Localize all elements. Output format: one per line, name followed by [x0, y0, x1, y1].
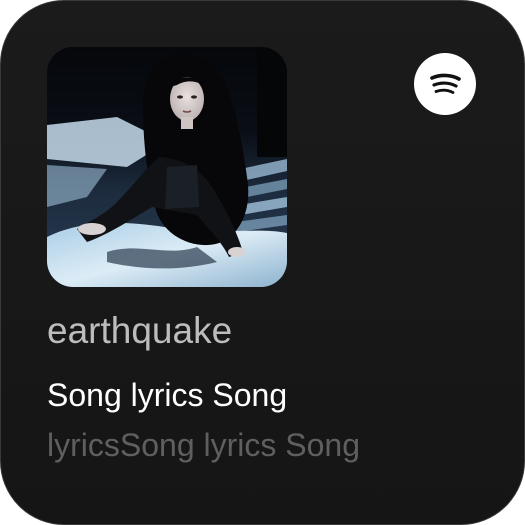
album-cover-image[interactable] — [47, 47, 287, 287]
current-lyric-line: Song lyrics Song — [47, 377, 288, 413]
spotify-icon-button[interactable] — [414, 53, 476, 115]
spotify-icon — [430, 73, 461, 94]
next-lyric-line: lyricsSong lyrics Song — [47, 427, 360, 463]
now-playing-lyrics-widget[interactable]: earthquake Song lyrics Song lyricsSong l… — [0, 0, 525, 525]
track-title: earthquake — [47, 310, 233, 351]
album-cover-art — [47, 47, 287, 287]
